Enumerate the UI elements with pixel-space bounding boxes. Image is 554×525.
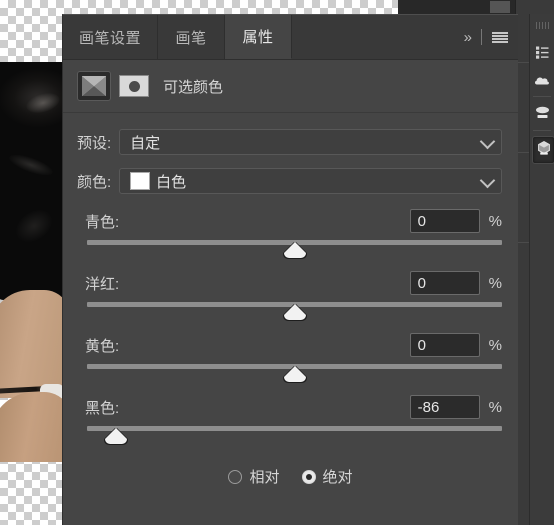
adjustments-list-icon [535,45,550,65]
dock-divider-line [516,242,530,243]
slider-yellow-header: 黄色: 0 % [63,332,518,358]
dock-divider-line [516,62,530,63]
preset-label: 预设: [77,134,112,152]
slider-magenta: 洋红: 0 % [63,270,518,322]
slider-yellow-input[interactable]: 0 [409,333,480,357]
top-strip-swatch [490,1,510,13]
radio-relative[interactable]: 相对 [228,466,280,487]
slider-magenta-input[interactable]: 0 [409,271,480,295]
slider-cyan-input[interactable]: 0 [409,209,480,233]
slider-magenta-unit: % [488,274,502,292]
slider-black: 黑色: -86 % [63,394,518,446]
double-chevron-right-icon[interactable]: » [464,30,472,45]
slider-yellow-thumb[interactable] [283,366,306,382]
slider-cyan: 青色: 0 % [63,208,518,260]
dock-button-cloud[interactable] [532,70,553,96]
libraries-icon [534,105,551,125]
radio-absolute-circle[interactable] [301,469,316,484]
dock-column [530,14,554,525]
3d-cube-icon [536,140,552,161]
chevron-down-icon [479,172,496,189]
radio-relative-circle[interactable] [228,469,243,484]
tab-properties[interactable]: 属性 [225,15,292,59]
chevron-down-icon [479,133,496,150]
color-label: 颜色: [77,173,112,191]
dock-separator [533,130,551,131]
color-swatch [130,172,151,190]
slider-yellow-label: 黄色: [85,337,120,355]
cloud-libraries-icon [534,74,551,92]
tab-brush[interactable]: 画笔 [158,15,225,59]
preset-select[interactable]: 自定 [119,129,502,155]
layer-mask-thumbnail[interactable] [119,75,149,97]
slider-cyan-track-wrap[interactable] [87,234,502,260]
top-strip-button [515,0,554,14]
slider-black-header: 黑色: -86 % [63,394,518,420]
slider-magenta-track-wrap[interactable] [87,296,502,322]
slider-yellow-track-wrap[interactable] [87,358,502,384]
color-value: 白色 [156,173,187,191]
photo-skin-upper [0,290,62,398]
slider-black-thumb[interactable] [105,428,128,444]
properties-panel: 画笔设置 画笔 属性 » 可选颜色 预设: 自定 颜色: 白色 青色: 0 % … [62,14,518,525]
panel-tab-bar: 画笔设置 画笔 属性 » [63,15,518,60]
dock-drag-grip[interactable] [536,22,549,29]
color-row: 颜色: 白色 [63,168,518,194]
dock-button-libraries[interactable] [532,102,553,128]
slider-cyan-unit: % [488,212,502,230]
slider-cyan-header: 青色: 0 % [63,208,518,234]
tab-brush-settings[interactable]: 画笔设置 [63,15,158,59]
slider-black-track[interactable] [87,426,502,431]
panel-menu-icon[interactable] [492,31,508,43]
color-select[interactable]: 白色 [119,168,502,194]
panel-header: 可选颜色 [63,60,518,113]
slider-cyan-thumb[interactable] [283,242,306,258]
method-radio-group: 相对 绝对 [63,466,518,487]
mask-shape [128,80,140,92]
preset-row: 预设: 自定 [63,129,518,155]
dock-button-3d[interactable] [532,136,554,164]
tab-controls-divider [481,29,482,45]
right-tool-dock [529,14,554,525]
document-top-strip [398,0,554,14]
slider-yellow-unit: % [488,336,502,354]
slider-magenta-thumb[interactable] [283,304,306,320]
canvas-photo-layer [0,62,62,462]
preset-value: 自定 [130,134,161,152]
radio-absolute-label: 绝对 [322,469,353,486]
dock-button-adjustments[interactable] [532,42,553,68]
slider-black-track-wrap[interactable] [87,420,502,446]
slider-magenta-label: 洋红: [85,275,120,293]
photoshop-window: 画笔设置 画笔 属性 » 可选颜色 预设: 自定 颜色: 白色 青色: 0 % … [0,0,554,525]
radio-absolute[interactable]: 绝对 [301,466,353,487]
page-title: 可选颜色 [163,78,224,96]
photo-skin-lower [0,392,62,462]
slider-black-unit: % [488,398,502,416]
dock-separator [533,96,551,97]
slider-yellow: 黄色: 0 % [63,332,518,384]
selective-color-icon[interactable] [77,71,111,101]
slider-cyan-label: 青色: [85,213,120,231]
dock-divider-line [516,152,530,153]
slider-black-label: 黑色: [85,399,120,417]
radio-relative-label: 相对 [249,469,280,486]
slider-black-input[interactable]: -86 [409,395,480,419]
slider-magenta-header: 洋红: 0 % [63,270,518,296]
panel-tab-controls: » [464,15,508,59]
